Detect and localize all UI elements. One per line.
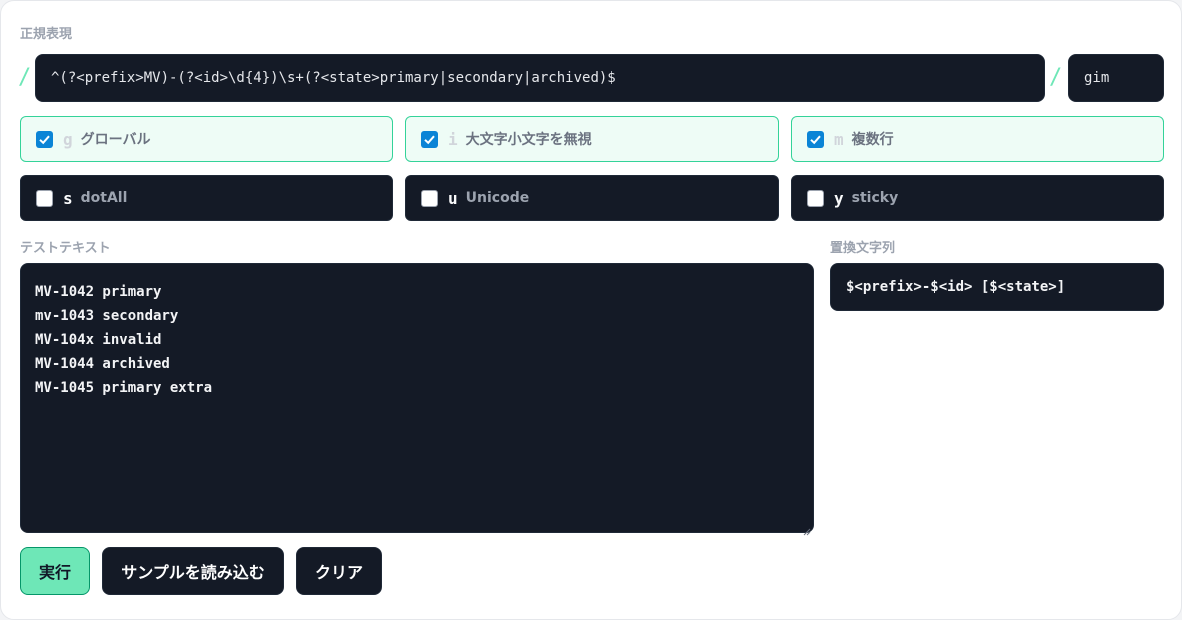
flag-i-toggle[interactable]: i 大文字小文字を無視	[405, 116, 779, 162]
checkbox-unchecked-icon[interactable]	[421, 189, 438, 207]
flag-g-toggle[interactable]: g グローバル	[20, 116, 393, 162]
resize-grip-icon[interactable]	[801, 520, 811, 536]
flag-letter: m	[834, 129, 844, 149]
regex-section-label: 正規表現	[20, 27, 73, 42]
flag-name: グローバル	[80, 132, 151, 148]
run-button[interactable]: 実行	[20, 547, 90, 595]
flag-name: Unicode	[465, 190, 530, 206]
checkbox-checked-icon[interactable]	[36, 130, 53, 148]
test-text-line: MV-1045 primary extra	[35, 380, 213, 396]
flag-m-toggle[interactable]: m 複数行	[791, 116, 1164, 162]
flag-name: sticky	[851, 190, 899, 206]
checkbox-unchecked-icon[interactable]	[807, 189, 824, 207]
flag-letter: u	[448, 188, 458, 208]
test-text-line: MV-1042 primary	[35, 284, 162, 300]
load-sample-button[interactable]: サンプルを読み込む	[102, 547, 284, 595]
flag-name: dotAll	[80, 190, 128, 206]
test-text-line: mv-1043 secondary	[35, 308, 179, 324]
flag-letter: i	[448, 129, 458, 149]
regex-pattern-input[interactable]: ^(?<prefix>MV)-(?<id>\d{4})\s+(?<state>p…	[35, 54, 1045, 102]
checkbox-unchecked-icon[interactable]	[36, 189, 53, 207]
regex-flags-input[interactable]: gim	[1068, 54, 1164, 102]
flag-letter: g	[63, 129, 73, 149]
flag-name: 大文字小文字を無視	[465, 132, 592, 148]
checkbox-checked-icon[interactable]	[421, 130, 438, 148]
regex-open-slash: /	[18, 65, 32, 90]
flag-s-toggle[interactable]: s dotAll	[20, 175, 393, 221]
regex-tester-panel: 正規表現 / ^(?<prefix>MV)-(?<id>\d{4})\s+(?<…	[0, 0, 1182, 620]
test-text-label: テストテキスト	[20, 241, 111, 256]
flag-letter: y	[834, 188, 844, 208]
replacement-label: 置換文字列	[830, 241, 896, 256]
flag-letter: s	[63, 188, 73, 208]
replacement-input[interactable]: $<prefix>-$<id> [$<state>]	[830, 263, 1164, 311]
test-text-line: MV-104x invalid	[35, 332, 162, 348]
flag-u-toggle[interactable]: u Unicode	[405, 175, 779, 221]
test-text-area[interactable]: MV-1042 primary mv-1043 secondary MV-104…	[20, 263, 814, 536]
clear-button[interactable]: クリア	[296, 547, 382, 595]
checkbox-checked-icon[interactable]	[807, 130, 824, 148]
flag-name: 複数行	[851, 132, 894, 148]
regex-close-slash: /	[1049, 65, 1063, 90]
test-text-line: MV-1044 archived	[35, 356, 170, 372]
flag-y-toggle[interactable]: y sticky	[791, 175, 1164, 221]
